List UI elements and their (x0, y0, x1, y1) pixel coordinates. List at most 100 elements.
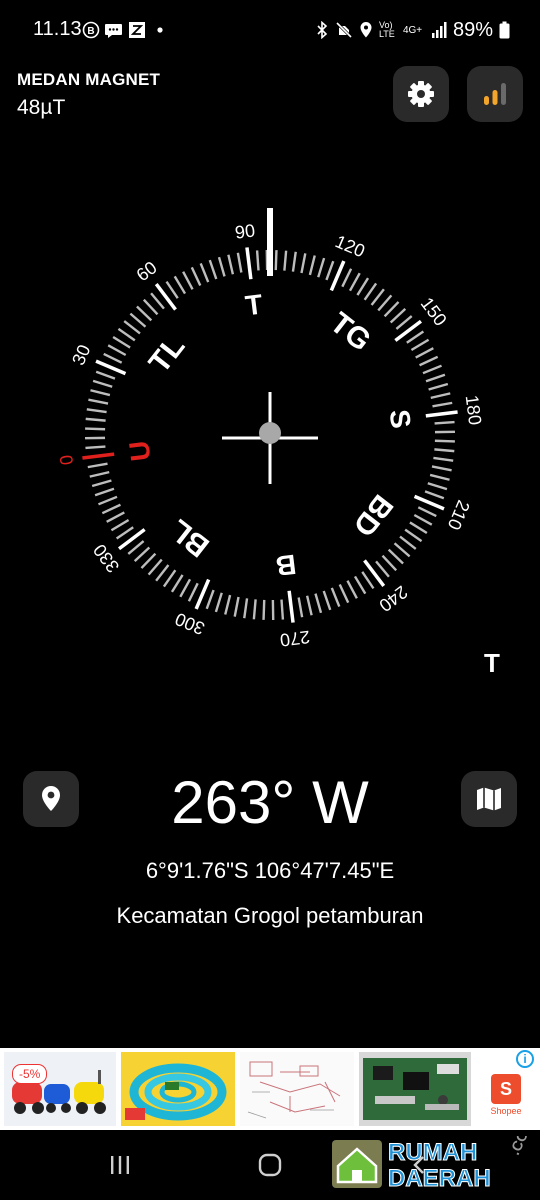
discount-badge: -5% (12, 1064, 48, 1084)
rumahdaerah-watermark: RUMAH DAERAH .COM (332, 1136, 530, 1192)
compass-tick (356, 277, 370, 296)
compass-tick (190, 266, 202, 286)
ad-tile-toy[interactable]: -5% (4, 1052, 116, 1126)
battery-percent: 89% (452, 18, 493, 41)
compass-tick (129, 312, 147, 328)
degree-label-120: 120 (332, 231, 367, 261)
compass-tick (117, 327, 136, 342)
place-name: Kecamatan Grogol petamburan (116, 903, 424, 928)
compass-tick (425, 410, 458, 418)
ad-tile-diagram[interactable] (240, 1052, 354, 1126)
compass-tick (243, 598, 249, 619)
ad-tile-hose[interactable] (121, 1052, 235, 1126)
compass-tick (245, 247, 253, 280)
compass-tick (208, 259, 218, 280)
compass-tick (428, 382, 449, 391)
cardinal-northwest: BL (164, 513, 216, 564)
compass-tick (305, 595, 313, 616)
status-bar: 11.13 B Vo) LTE 4G+ 89% (0, 0, 540, 60)
compass-tick (433, 456, 454, 462)
compass-tick (115, 526, 134, 540)
degree-label-210: 210 (444, 497, 474, 532)
cardinal-southwest: BD (347, 488, 400, 542)
home-icon (258, 1153, 282, 1177)
compass-tick (338, 584, 350, 604)
recent-apps-icon (111, 1156, 129, 1174)
compass-tick (363, 559, 386, 587)
circuit-board-image (363, 1058, 467, 1120)
compass-tick (110, 518, 130, 532)
compass-tick (90, 389, 111, 397)
compass-tick (199, 263, 210, 283)
compass-tick (394, 319, 422, 342)
compass-tick (317, 257, 326, 278)
compass-tick (86, 408, 107, 414)
compass-tick (381, 554, 398, 572)
b-circle-icon: B (81, 21, 100, 40)
compass-tick (361, 571, 375, 590)
battery-icon (499, 21, 510, 39)
degree-label-30: 30 (68, 342, 94, 368)
settings-button[interactable] (393, 66, 449, 122)
compass-tick (404, 528, 423, 543)
compass-tick (92, 379, 113, 388)
compass-dial[interactable]: 0 30 60 90 120 150 180 210 240 270 300 3… (0, 190, 540, 680)
compass-tick (431, 465, 452, 472)
compass-tick (434, 448, 455, 453)
compass-tick (370, 288, 385, 306)
4g-icon: 4G+ (402, 24, 423, 36)
ad-banner[interactable]: -5% S Shopee i (0, 1048, 540, 1130)
compass-tick (291, 251, 297, 272)
compass-tick (346, 580, 358, 599)
compass-tick (214, 592, 223, 613)
map-button[interactable] (461, 771, 517, 827)
cardinal-south: S (384, 408, 417, 430)
volte-icon: Vo) LTE (378, 20, 395, 39)
compass-tick (182, 271, 194, 290)
accuracy-button[interactable] (467, 66, 523, 122)
heading-readout: 263° W (171, 769, 369, 836)
status-notification-icons: B (81, 19, 169, 41)
compass-tick (399, 535, 417, 550)
ad-tile-circuit[interactable] (359, 1052, 471, 1126)
compass-tick (422, 364, 442, 375)
location-button[interactable] (23, 771, 79, 827)
compass-tick (118, 528, 146, 551)
magnetic-field-value: 48µT (17, 96, 66, 119)
level-bubble (259, 422, 281, 444)
recent-apps-button[interactable] (100, 1150, 140, 1180)
compass-tick (179, 578, 192, 598)
compass-tick (413, 513, 433, 526)
compass-tick (330, 587, 341, 607)
compass-tick (133, 546, 151, 563)
status-time: 11.13 (33, 18, 82, 40)
compass-tick (95, 370, 116, 380)
compass-tick (262, 599, 266, 620)
coordinates: 6°9'1.76"S 106°47'7.45"E (145, 858, 395, 883)
location-icon (360, 22, 372, 38)
compass-tick (375, 560, 390, 578)
degree-label-60: 60 (133, 257, 161, 285)
compass-tick (98, 495, 118, 506)
compass-tick (233, 596, 240, 617)
compass-tick (150, 292, 165, 310)
compass-tick (112, 335, 131, 349)
hose-image (125, 1063, 227, 1121)
compass-tick (154, 283, 177, 311)
compass-tick (103, 352, 123, 364)
home-button[interactable] (250, 1150, 290, 1180)
compass-tick (325, 260, 335, 281)
compass-tick (101, 503, 121, 515)
compass-tick (89, 470, 110, 478)
signal-icon (431, 22, 447, 38)
compass-tick (107, 344, 127, 357)
compass-tick (187, 582, 199, 602)
compass-tick (252, 599, 257, 620)
compass-tick (322, 590, 332, 611)
compass-tick (85, 417, 106, 422)
degree-label-0: 0 (56, 454, 77, 466)
cardinal-west: B (274, 549, 298, 582)
parts-diagram-image (247, 1061, 341, 1119)
compass-tick (236, 252, 243, 273)
info-icon[interactable]: i (516, 1050, 534, 1068)
